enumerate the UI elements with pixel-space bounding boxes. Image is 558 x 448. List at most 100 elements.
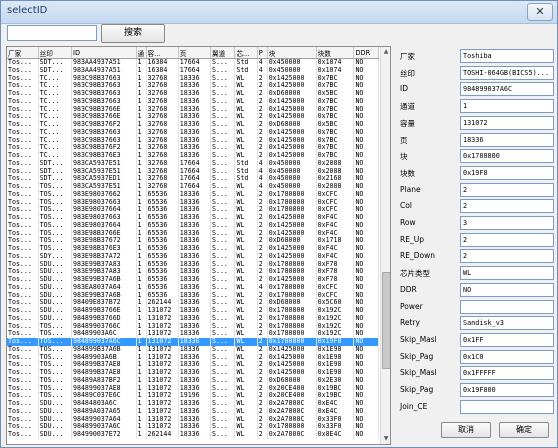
detail-field[interactable]: WL xyxy=(460,266,554,281)
detail-field[interactable]: 984899037A6C xyxy=(460,82,554,97)
table-row[interactable]: Tos... SDU... 984990037E72 1 262144 18336 S...… xyxy=(7,431,379,439)
table-cell: 0x192C xyxy=(316,330,355,338)
table-cell: 983E99B37A6B xyxy=(71,276,137,284)
table-row[interactable]: Tos... TOS... 983E98B3766E 1 65536 18336 S... W… xyxy=(7,229,379,238)
table-cell: 983E99B37A83 xyxy=(71,260,137,269)
table-row[interactable]: Tos... TOS... 984899B37A6B 1 131072 18336 S...… xyxy=(7,345,379,354)
table-row[interactable]: Tos... TC... 983C98B37663 1 32768 18336 S... WL… xyxy=(7,90,379,98)
table-row[interactable]: Tos... SDU... 98409E837B72 1 262144 18336 S...… xyxy=(7,299,379,307)
table-row[interactable]: Tos... TOS... 983E98037664 1 65536 18336 S... W… xyxy=(7,206,379,214)
search-button[interactable]: 搜索 xyxy=(101,24,165,43)
table-row[interactable]: Tos... TOS... 983E98037662 1 65536 18336 S... W… xyxy=(7,190,379,199)
detail-field[interactable]: 131072 xyxy=(460,115,554,130)
table-row[interactable]: Tos... TC... 983C98B37663 1 32768 18336 S... WL… xyxy=(7,136,379,145)
table-row[interactable]: Tos... TOS... 984899B37AE8 1 131072 18336 S...… xyxy=(7,369,379,377)
table-row[interactable]: Tos... TC... 983C98B3766E 1 32768 18336 S... WL… xyxy=(7,113,379,121)
vertical-scrollbar[interactable]: ▲ ▼ xyxy=(380,47,390,444)
table-cell: 0x1780800 xyxy=(267,314,317,323)
table-row[interactable]: Tos... TOS... 983CA5937E51 1 32768 17664 S... W… xyxy=(7,183,379,191)
detail-field[interactable]: 18336 xyxy=(460,132,554,147)
column-header[interactable]: 翼道 xyxy=(210,47,236,59)
column-header[interactable]: 通 xyxy=(136,47,147,59)
table-row[interactable]: Tos... TOS... 983E98B376E3 1 65536 18336 S... W… xyxy=(7,245,379,253)
table-row[interactable]: Tos... SDU... 983E99B37A83 1 65536 18336 S... W… xyxy=(7,268,379,276)
table-row[interactable]: Tos... SDU... 984899037A64 1 131072 18336 S...… xyxy=(7,415,379,424)
table-row[interactable]: Tos... TOS... 98489903A6C 1 131072 18336 S... W… xyxy=(7,330,379,338)
table-row[interactable]: Tos... SDU... 984899B3766D 1 131072 18336 S...… xyxy=(7,314,379,323)
table-row[interactable]: Tos... SDU... 983EA8037A64 1 65536 18336 S... W… xyxy=(7,283,379,292)
table-cell: Tos... xyxy=(7,128,39,137)
column-header[interactable]: 丝印 xyxy=(38,47,73,59)
table-row[interactable]: Tos... TOS... 983E98037663 1 65536 18336 S... W… xyxy=(7,198,379,207)
detail-field[interactable] xyxy=(460,399,554,414)
table-row[interactable]: Tos... SDU... 984899037A6C 1 131072 18336 S...… xyxy=(7,423,379,431)
detail-field[interactable]: NO xyxy=(460,282,554,297)
table-cell: 0x1780800 xyxy=(267,190,317,199)
table-cell: WL xyxy=(234,136,258,145)
detail-field[interactable]: 0x1780800 xyxy=(460,149,554,164)
column-header[interactable]: P xyxy=(257,47,268,59)
table-row[interactable]: Tos... SDU... 983E99B37A83 1 65536 18336 S... W… xyxy=(7,260,379,269)
table-row[interactable]: Tos... TOS... 98489A837BF2 1 131072 18336 S...… xyxy=(7,376,379,385)
table-row[interactable]: Tos... SDU... 984899B3766E 1 131072 18336 S...… xyxy=(7,307,379,315)
table-row[interactable]: Tos... SDU... 98489A037A65 1 131072 18336 S...… xyxy=(7,407,379,416)
table-row[interactable]: Tos... SDU... 983E99B37A6B 1 65536 18336 S... W… xyxy=(7,276,379,284)
detail-field[interactable]: 0x1FF xyxy=(460,332,554,347)
table-row[interactable]: Tos... SDT... 983CA5937ED1 1 32768 17664 S... S… xyxy=(7,175,379,183)
detail-field[interactable]: 0x1C0 xyxy=(460,349,554,364)
table-row[interactable]: Tos... SDT... 983AA4937A51 1 16384 17664 S... S… xyxy=(7,58,379,67)
table-row[interactable]: Tos... TOS... 983E98B37672 1 65536 18336 S... W… xyxy=(7,237,379,245)
table-row[interactable]: Tos... TC... 983C98B37663 1 32768 18336 S... WL… xyxy=(7,82,379,90)
column-header[interactable]: 块数 xyxy=(316,47,355,59)
detail-field[interactable]: 0x1FFFFF xyxy=(460,366,554,381)
table-row[interactable]: Tos... TC... 983C98B3766E 1 32768 18336 S... WL… xyxy=(7,105,379,114)
table-row[interactable]: Tos... TC... 983C98B37663 1 32768 18336 S... WL… xyxy=(7,128,379,137)
table-row[interactable]: Tos... TOS... 984899037A6C 1 131072 18336 S...… xyxy=(7,338,379,346)
table-row[interactable]: Tos... TC... 983C98B376E3 1 32768 18336 S... WL… xyxy=(7,152,379,160)
table-row[interactable]: Tos... TC... 983C98B376F2 1 32768 18336 S... WL… xyxy=(7,144,379,152)
detail-field[interactable]: 3 xyxy=(460,216,554,230)
scroll-down-arrow-icon[interactable]: ▼ xyxy=(381,434,390,444)
column-header[interactable]: ID xyxy=(71,47,137,59)
column-header[interactable]: 厂家 xyxy=(7,47,39,59)
ok-button[interactable]: 确定 xyxy=(499,422,549,438)
close-button[interactable]: ✕ xyxy=(527,3,553,21)
scroll-thumb[interactable] xyxy=(382,272,390,369)
table-row[interactable]: Tos... TC... 983C98B376F2 1 32768 18336 S... WL… xyxy=(7,121,379,129)
column-header[interactable]: 块 xyxy=(267,47,317,59)
column-header[interactable]: 芯... xyxy=(234,47,258,59)
detail-field[interactable]: Toshiba xyxy=(460,49,554,63)
table-row[interactable]: Tos... TC... 983C98B37663 1 32768 18336 S... WL… xyxy=(7,97,379,106)
detail-field[interactable]: TOSHI-064GB(BICS5)... xyxy=(460,65,554,80)
table-row[interactable]: Tos... SDY... 983E98B37A72 1 65536 18336 S... W… xyxy=(7,252,379,261)
detail-field[interactable]: Sandisk_v3 xyxy=(460,316,554,331)
detail-field[interactable]: 2 xyxy=(460,182,554,197)
table-row[interactable]: Tos... SDU... 98484803A6C 1 131072 18336 S... W… xyxy=(7,400,379,408)
detail-field[interactable]: 2 xyxy=(460,199,554,214)
column-header[interactable]: 容... xyxy=(146,47,179,59)
table-row[interactable]: Tos... TOS... 983E98037663 1 65536 18336 S... W… xyxy=(7,214,379,222)
detail-field[interactable]: 0x19F8 xyxy=(460,165,554,180)
table-cell: 0x2088 xyxy=(316,159,355,168)
scroll-up-arrow-icon[interactable]: ▲ xyxy=(381,47,390,57)
detail-field[interactable]: 2 xyxy=(460,232,554,247)
table-row[interactable]: Tos... TOS... 984899B37AE8 1 131072 18336 S...… xyxy=(7,361,379,369)
table-row[interactable]: Tos... SDT... 983CA5937E51 1 32768 17664 S... S… xyxy=(7,167,379,176)
table-row[interactable]: Tos... TOS... 983E98037664 1 65536 18336 S... W… xyxy=(7,221,379,230)
table-row[interactable]: Tos... TOS... 98489903766C 1 131072 18336 S...… xyxy=(7,322,379,331)
column-header[interactable]: 页 xyxy=(178,47,212,59)
table-row[interactable]: Tos... TOS... 98489903A6B 1 131072 18336 S... W… xyxy=(7,353,379,362)
cancel-button[interactable]: 取消 xyxy=(441,422,491,438)
table-row[interactable]: Tos... SDT... 983CA5937E51 1 32768 17664 S... S… xyxy=(7,159,379,168)
detail-field[interactable]: 0x19F800 xyxy=(460,383,554,397)
table-row[interactable]: Tos... SDU... 983E99B37A6B 1 65536 18336 S... W… xyxy=(7,291,379,300)
table-row[interactable]: Tos... TC... 983C98B37663 1 32768 18336 S... WL… xyxy=(7,74,379,83)
search-input[interactable] xyxy=(7,25,97,41)
detail-field[interactable] xyxy=(460,299,554,314)
table-row[interactable]: Tos... SDT... 983AA4937A51 1 16384 17664 S... S… xyxy=(7,66,379,75)
column-header[interactable]: DDR xyxy=(353,47,379,59)
detail-field[interactable]: 2 xyxy=(460,249,554,264)
table-row[interactable]: Tos... TOS... 984899037AE8 1 131072 18336 S...… xyxy=(7,384,379,393)
table-row[interactable]: Tos... TOS... 98489C037E6C 1 131072 19196 S...… xyxy=(7,392,379,400)
detail-field[interactable]: 1 xyxy=(460,99,554,114)
